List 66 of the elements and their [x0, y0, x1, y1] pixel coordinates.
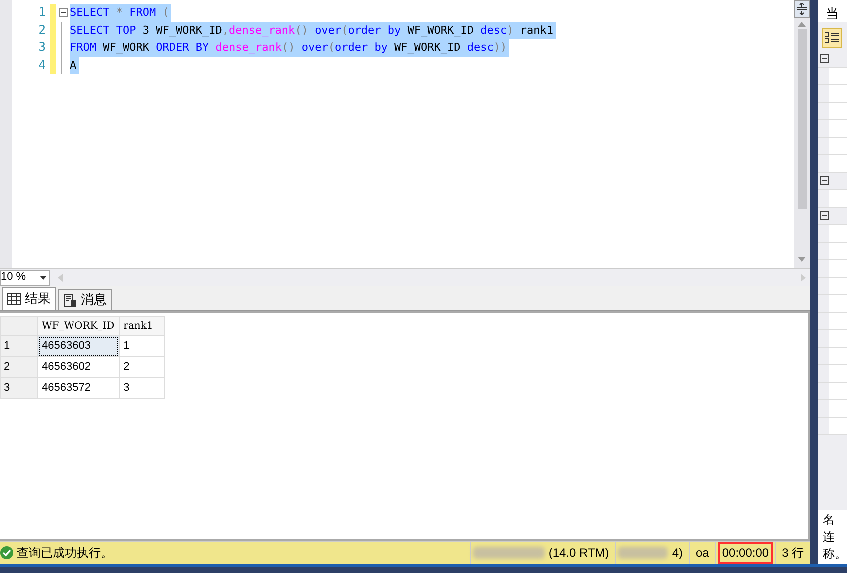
description-text: 称。 [823, 546, 847, 563]
row-header[interactable]: 3 [0, 378, 38, 398]
document-icon [63, 294, 77, 306]
property-row[interactable] [829, 382, 847, 399]
line-number: 1 [38, 4, 46, 21]
property-row[interactable] [829, 418, 847, 434]
property-row[interactable] [829, 295, 847, 312]
zoom-dropdown[interactable]: 10 % [0, 270, 50, 286]
scroll-thumb[interactable] [798, 29, 807, 209]
status-item: oa [694, 545, 710, 562]
table-cell: 1 [119, 336, 164, 356]
grid-icon [7, 293, 21, 305]
line-number: 2 [38, 22, 46, 38]
table-cell: 2 [119, 356, 164, 378]
line-number: 4 [38, 56, 46, 74]
property-row[interactable] [829, 155, 847, 172]
property-row[interactable] [829, 330, 847, 346]
table-cell: 46563572 [38, 378, 120, 398]
line-number: 3 [38, 39, 46, 56]
property-row[interactable] [829, 68, 847, 84]
collapse-icon[interactable] [820, 211, 829, 220]
property-row[interactable] [829, 120, 847, 136]
row-header[interactable]: 1 [0, 336, 38, 356]
scroll-right-icon[interactable] [801, 274, 806, 282]
table-cell: 46563602 [38, 356, 120, 378]
status-item: 3 行 [781, 545, 806, 562]
scroll-left-icon[interactable] [58, 274, 63, 282]
property-row[interactable] [829, 85, 847, 102]
scroll-down-icon[interactable] [798, 257, 806, 262]
property-row[interactable] [829, 278, 847, 294]
caret-icon [40, 276, 47, 280]
collapse-icon[interactable] [820, 54, 829, 63]
property-row[interactable] [829, 138, 847, 154]
property-row[interactable] [829, 365, 847, 382]
collapse-icon[interactable] [820, 176, 829, 186]
change-marker [50, 4, 56, 74]
property-row[interactable] [829, 225, 847, 242]
vertical-scrollbar[interactable] [794, 0, 810, 268]
table-cell: 46563603 [38, 336, 120, 356]
corner-cell [0, 316, 38, 336]
row-header[interactable]: 2 [0, 356, 38, 378]
column-header[interactable]: WF_WORK_ID [38, 316, 120, 336]
property-row[interactable] [829, 242, 847, 259]
status-message: 查询已成功执行。 [17, 545, 113, 562]
property-row[interactable] [829, 348, 847, 364]
table-cell: 3 [119, 378, 164, 398]
result-tab[interactable]: 结果 [2, 287, 56, 310]
split-icon[interactable] [794, 0, 810, 18]
collapse-icon[interactable] [58, 8, 68, 18]
status-item: 00:00:00 [718, 542, 774, 564]
description-text: 连 [823, 529, 836, 546]
success-icon [0, 546, 14, 560]
property-row[interactable] [829, 260, 847, 276]
scroll-up-icon[interactable] [798, 22, 806, 27]
property-row[interactable] [829, 190, 847, 206]
categorized-icon[interactable] [822, 28, 842, 48]
status-item: (14.0 RTM) [548, 545, 610, 562]
status-item: 4) [671, 545, 684, 562]
description-text: 名 [823, 512, 836, 529]
blurred-area [618, 547, 668, 559]
property-row[interactable] [829, 400, 847, 416]
panel-title: 当 [818, 0, 847, 22]
result-tab[interactable]: 消息 [58, 289, 112, 310]
column-header[interactable]: rank1 [119, 316, 164, 336]
property-row[interactable] [829, 102, 847, 119]
property-row[interactable] [829, 312, 847, 329]
